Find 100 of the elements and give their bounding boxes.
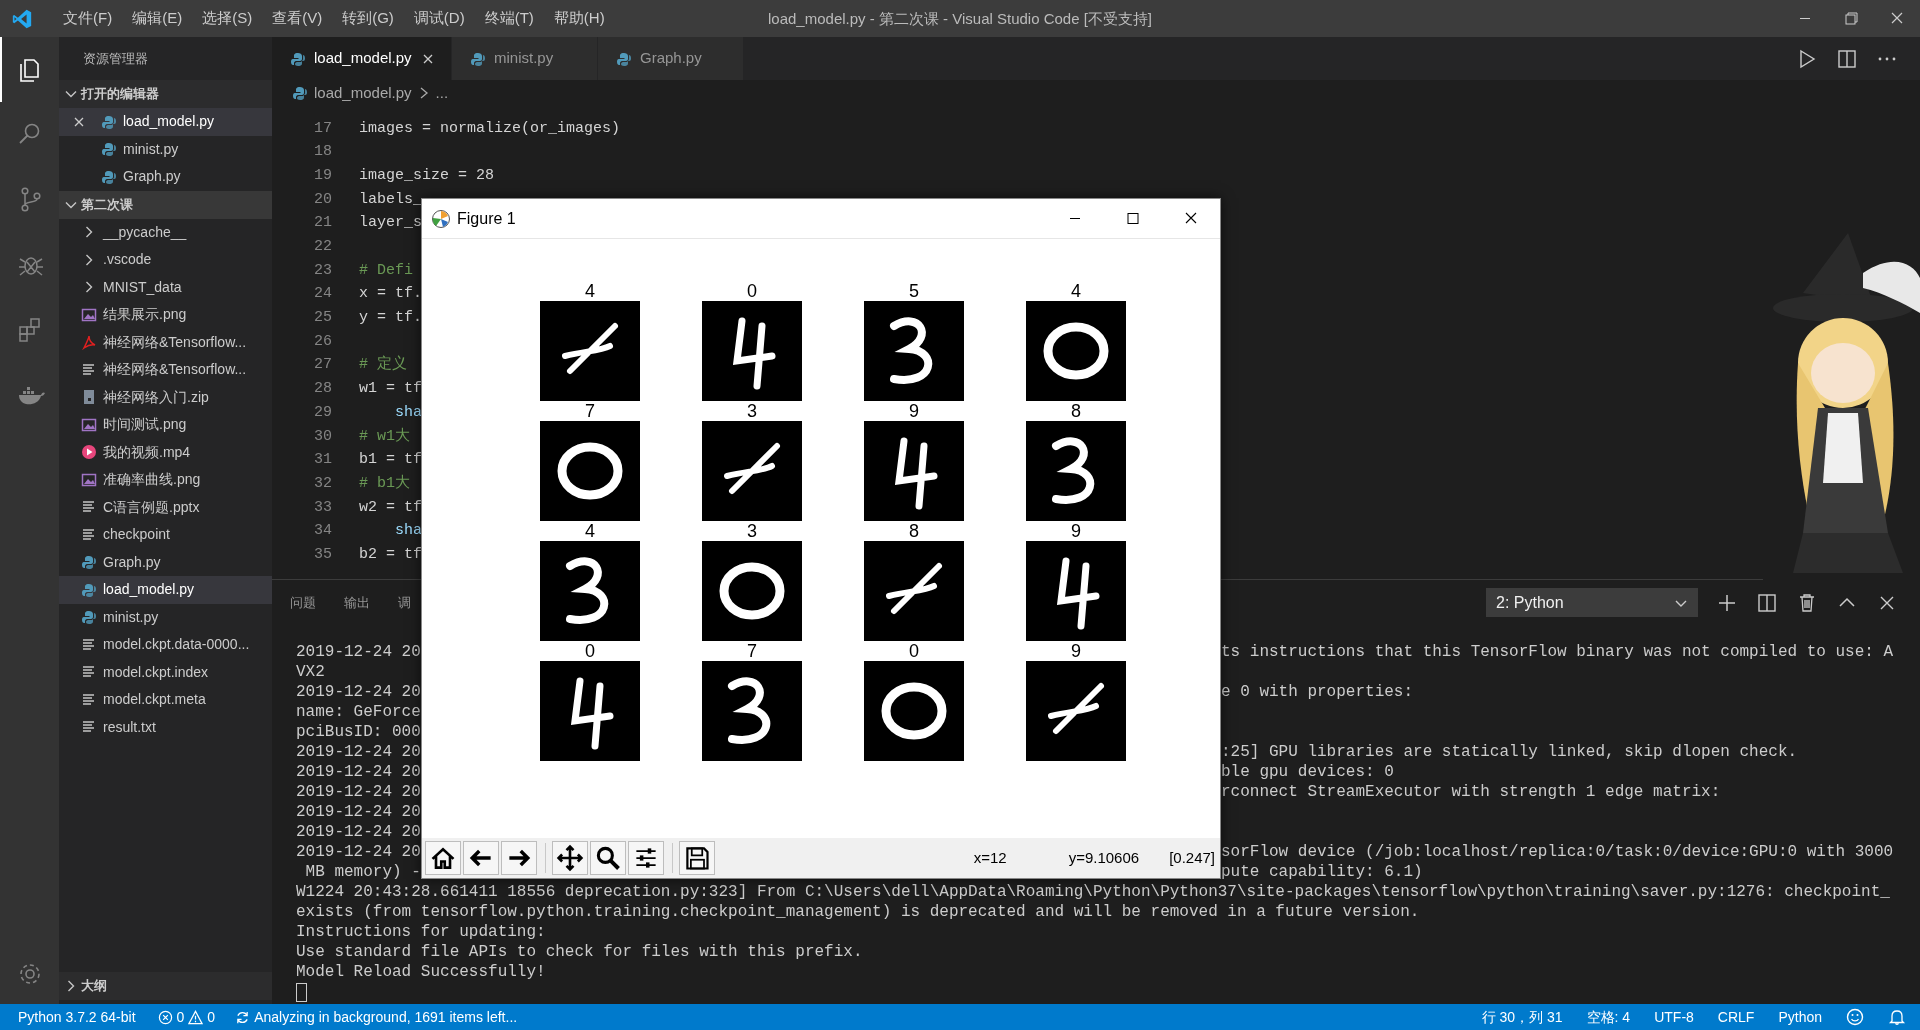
image-label: 3 bbox=[747, 521, 757, 541]
file-icon bbox=[470, 50, 486, 67]
coordinate-readout: x=12 bbox=[973, 847, 1007, 868]
code-line: # 定义 bbox=[359, 354, 407, 376]
status-item[interactable]: 行 30，列 31 bbox=[1481, 1006, 1563, 1028]
file-item[interactable]: 神经网络&Tensorflow... bbox=[59, 356, 272, 384]
status-item[interactable]: 空格: 4 bbox=[1586, 1006, 1631, 1028]
terminal-line: MB memory) - bbox=[304, 862, 421, 883]
terminal-line: W1224 20:43:28.661411 18556 deprecation.py:323] From C:\Users\dell\AppData\Roaming\Python\Python37\site-packages\tensorflow\python\training\saver.py:1276: checkpoint_ bbox=[296, 882, 1890, 903]
bell-icon[interactable] bbox=[1888, 1008, 1906, 1026]
terminal-line: VX2 bbox=[296, 662, 325, 683]
file-item[interactable]: 结果展示.png bbox=[59, 301, 272, 329]
warning-count[interactable]: 0 bbox=[207, 1006, 216, 1028]
file-item[interactable]: MNIST_data bbox=[59, 273, 272, 301]
code-line: b2 = tf bbox=[359, 544, 422, 565]
home-icon[interactable] bbox=[425, 841, 461, 875]
line-number: 26 bbox=[313, 331, 332, 352]
breadcrumb-item[interactable]: ... bbox=[435, 81, 449, 105]
coordinate-readout: [0.247] bbox=[1169, 847, 1215, 868]
move-icon[interactable] bbox=[552, 841, 588, 875]
file-item[interactable]: Graph.py bbox=[59, 163, 272, 191]
menu-item[interactable]: 查看(V) bbox=[262, 7, 333, 30]
section-header[interactable]: 打开的编辑器 bbox=[59, 80, 272, 108]
terminal-cursor bbox=[296, 983, 307, 1002]
section-header[interactable]: 第二次课 bbox=[59, 190, 272, 219]
file-item[interactable]: C语言例题.pptx bbox=[59, 493, 272, 521]
sync-icon bbox=[235, 1009, 251, 1025]
sliders-icon[interactable] bbox=[628, 841, 664, 875]
file-item[interactable]: minist.py bbox=[59, 603, 272, 631]
panel-title: 资源管理器 bbox=[82, 49, 149, 68]
panel-tab[interactable]: 输出 bbox=[344, 592, 370, 613]
smiley-icon[interactable] bbox=[1846, 1008, 1864, 1026]
code-line: images = normalize(or_images) bbox=[359, 118, 621, 139]
panel-tab[interactable]: 问题 bbox=[290, 592, 316, 613]
file-item[interactable]: model.ckpt.meta bbox=[59, 686, 272, 714]
image-label: 8 bbox=[1071, 401, 1081, 421]
file-item[interactable]: .vscode bbox=[59, 246, 272, 274]
terminal-line: 2019-12-24 20 bbox=[296, 682, 421, 703]
editor-tab[interactable]: Graph.py bbox=[598, 37, 744, 80]
menu-item[interactable]: 文件(F) bbox=[53, 7, 123, 30]
terminal-line: 2019-12-24 20 bbox=[296, 642, 421, 663]
line-number: 29 bbox=[313, 402, 332, 423]
menu-item[interactable]: 转到(G) bbox=[332, 7, 404, 30]
file-item[interactable]: 时间测试.png bbox=[59, 411, 272, 439]
image-icon bbox=[81, 416, 97, 433]
line-number: 19 bbox=[313, 165, 332, 186]
image-label: 0 bbox=[585, 641, 595, 661]
status-item[interactable]: UTF-8 bbox=[1654, 1006, 1694, 1028]
file-item[interactable]: 我的视频.mp4 bbox=[59, 438, 272, 466]
split-terminal-icon[interactable] bbox=[1756, 591, 1778, 614]
menu-item[interactable]: 终端(T) bbox=[474, 7, 544, 30]
panel-tab[interactable]: 调 bbox=[398, 592, 411, 613]
image-icon bbox=[81, 471, 97, 488]
file-item[interactable]: Graph.py bbox=[59, 548, 272, 576]
file-item[interactable]: model.ckpt.data-0000... bbox=[59, 631, 272, 659]
split-editor-icon[interactable] bbox=[1836, 47, 1858, 70]
save-icon[interactable] bbox=[679, 841, 715, 875]
code-line: x = tf. bbox=[359, 284, 422, 305]
section-header[interactable]: 大纲 bbox=[59, 972, 272, 1000]
image-label: 9 bbox=[1071, 641, 1081, 661]
file-item[interactable]: minist.py bbox=[59, 135, 272, 163]
file-item[interactable]: load_model.py bbox=[59, 576, 272, 604]
file-item[interactable]: __pycache__ bbox=[59, 218, 272, 246]
lines-icon bbox=[81, 636, 97, 653]
menu-item[interactable]: 编辑(E) bbox=[122, 7, 193, 30]
file-item[interactable]: 准确率曲线.png bbox=[59, 466, 272, 494]
line-number: 31 bbox=[313, 450, 332, 471]
interpreter-item[interactable]: Python 3.7.2 64-bit bbox=[18, 1006, 136, 1028]
line-number: 22 bbox=[313, 237, 332, 258]
archive-icon bbox=[81, 389, 97, 406]
image-icon bbox=[81, 306, 97, 323]
file-item[interactable]: checkpoint bbox=[59, 521, 272, 549]
editor-tab[interactable]: load_model.py bbox=[272, 37, 452, 80]
lines-icon bbox=[81, 526, 97, 543]
error-count[interactable]: 0 bbox=[176, 1006, 185, 1028]
lines-icon bbox=[81, 691, 97, 708]
image-label: 9 bbox=[909, 401, 919, 421]
image-label: 0 bbox=[747, 281, 757, 301]
zoom-icon[interactable] bbox=[590, 841, 626, 875]
status-item[interactable]: Python bbox=[1778, 1006, 1822, 1028]
menu-item[interactable]: 选择(S) bbox=[192, 7, 263, 30]
code-line: b1 = tf bbox=[359, 450, 422, 471]
file-item[interactable]: model.ckpt.index bbox=[59, 658, 272, 686]
status-item[interactable]: CRLF bbox=[1717, 1006, 1755, 1028]
menu-item[interactable]: 调试(D) bbox=[403, 7, 475, 30]
file-item[interactable]: 神经网络&Tensorflow... bbox=[59, 328, 272, 356]
terminal-line: rconnect StreamExecutor with strength 1 edge matrix: bbox=[1221, 782, 1721, 803]
breadcrumb-item[interactable]: load_model.py bbox=[314, 81, 412, 105]
image-label: 4 bbox=[585, 521, 595, 541]
file-item[interactable]: result.txt bbox=[59, 713, 272, 741]
file-item[interactable]: load_model.py bbox=[59, 108, 272, 136]
line-number: 28 bbox=[313, 379, 332, 400]
error-icon bbox=[157, 1009, 173, 1025]
editor-tab[interactable]: minist.py bbox=[452, 37, 598, 80]
terminal-select[interactable]: 2: Python bbox=[1486, 588, 1698, 617]
line-number: 33 bbox=[313, 497, 332, 518]
terminal-line: name: GeForce bbox=[296, 702, 421, 723]
line-number: 25 bbox=[313, 308, 332, 329]
menu-item[interactable]: 帮助(H) bbox=[543, 7, 615, 30]
file-item[interactable]: 神经网络入门.zip bbox=[59, 383, 272, 411]
